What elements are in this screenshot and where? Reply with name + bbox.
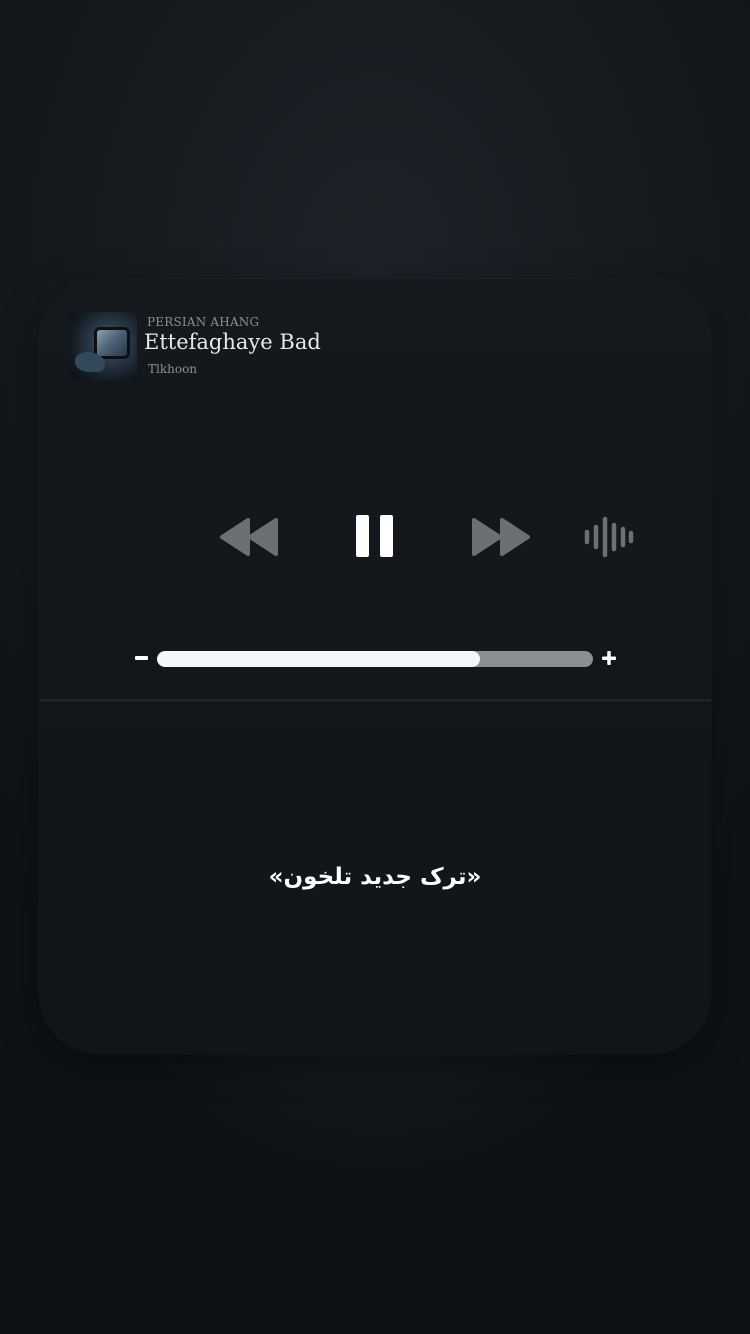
card-divider [39, 699, 711, 702]
minus-icon [135, 656, 148, 660]
media-player-card: PERSIAN AHANG Ettefaghaye Bad Tlkhoon «ت… [39, 279, 711, 1054]
volume-slider-fill [157, 651, 480, 667]
caption-text: «ترک جدید تلخون» [268, 864, 482, 890]
playback-controls [39, 279, 711, 1054]
fast-forward-button[interactable] [469, 515, 533, 559]
pause-button[interactable] [353, 512, 397, 560]
audio-waveform-icon [584, 516, 634, 558]
volume-down-button[interactable] [133, 649, 151, 667]
plus-icon [602, 651, 616, 665]
volume-up-button[interactable] [600, 649, 618, 667]
pause-icon [356, 515, 393, 557]
rewind-icon [220, 518, 278, 556]
audio-output-button[interactable] [583, 515, 635, 559]
rewind-button[interactable] [217, 515, 281, 559]
fast-forward-icon [472, 518, 530, 556]
volume-slider[interactable] [157, 651, 593, 667]
